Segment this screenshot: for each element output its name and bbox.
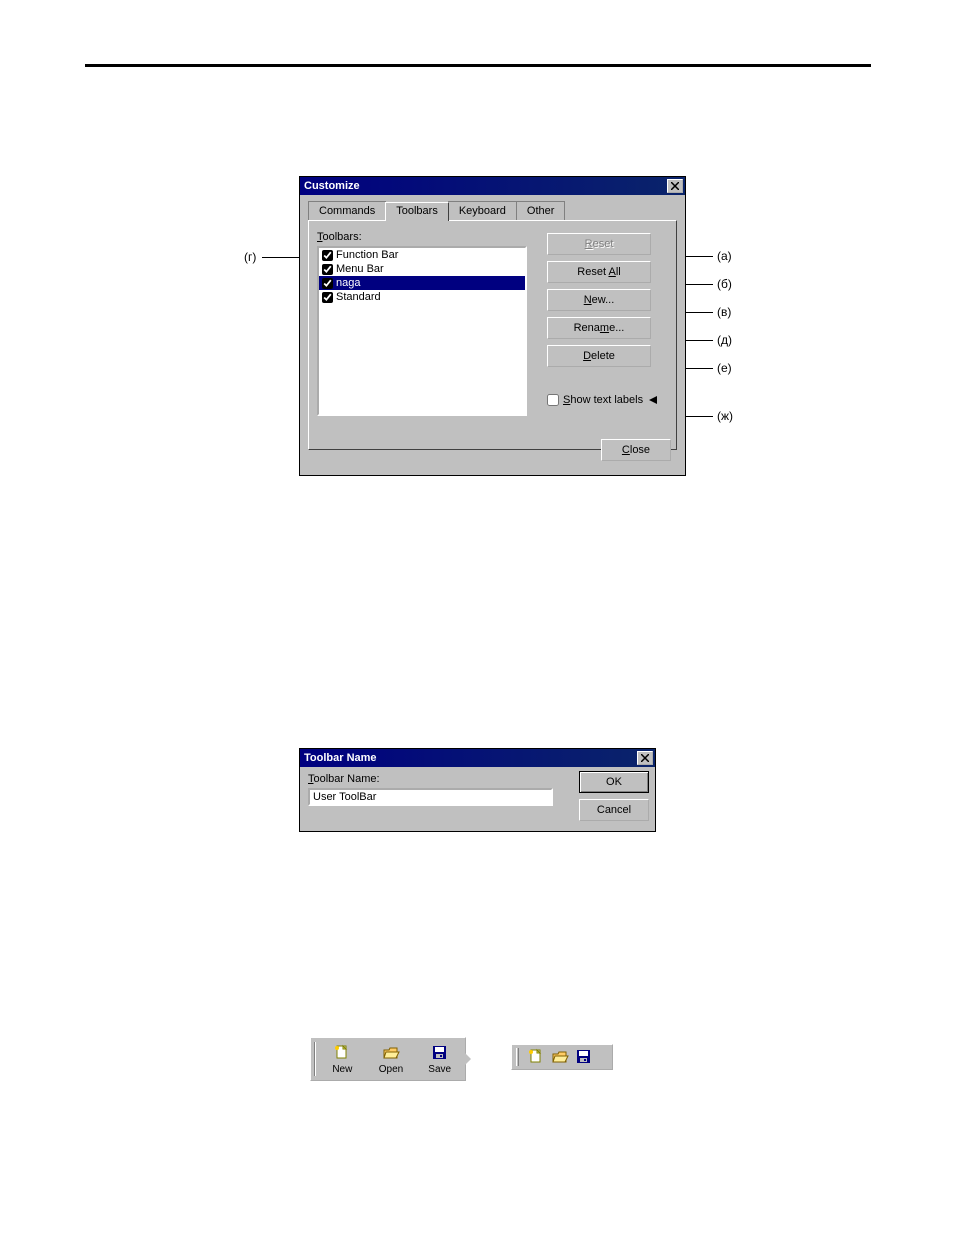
reset-button[interactable]: Reset	[547, 233, 651, 255]
toolbar-name-dialog: Toolbar Name Toolbar Name: OK Cancel	[299, 748, 656, 832]
save-disk-icon[interactable]	[574, 1048, 594, 1066]
toolbar-item-label: Save	[428, 1064, 451, 1075]
save-disk-icon	[430, 1044, 450, 1062]
cancel-button[interactable]: Cancel	[579, 799, 649, 821]
tab-other[interactable]: Other	[516, 201, 566, 220]
tab-toolbars[interactable]: Toolbars	[385, 202, 449, 221]
list-item-checkbox[interactable]	[322, 250, 333, 261]
tab-commands[interactable]: Commands	[308, 201, 386, 220]
reset-all-button[interactable]: Reset All	[547, 261, 651, 283]
toolbar-name-title: Toolbar Name	[304, 752, 637, 764]
rename-button[interactable]: Rename...	[547, 317, 651, 339]
toolbars-listbox[interactable]: Function Bar Menu Bar naga Standard	[317, 246, 527, 416]
show-text-labels-checkbox[interactable]	[547, 394, 559, 406]
show-text-labels-label: Show text labels	[563, 394, 643, 406]
tabstrip: Commands Toolbars Keyboard Other	[308, 201, 677, 220]
close-button[interactable]: Close	[601, 439, 671, 461]
list-item-label: Function Bar	[336, 249, 398, 261]
toolbar-item-label: New	[332, 1064, 352, 1075]
toolbar-name-titlebar[interactable]: Toolbar Name	[300, 749, 655, 767]
list-item-checkbox[interactable]	[322, 292, 333, 303]
list-item[interactable]: Standard	[319, 290, 525, 304]
show-text-labels-row[interactable]: Show text labels	[547, 394, 657, 406]
toolbar-name-input[interactable]	[308, 788, 553, 806]
new-doc-icon	[332, 1044, 352, 1062]
customize-titlebar[interactable]: Customize	[300, 177, 685, 195]
toolbar-with-labels: New Open Save	[310, 1037, 466, 1081]
list-item[interactable]: Menu Bar	[319, 262, 525, 276]
close-icon[interactable]	[637, 751, 653, 765]
list-item-checkbox[interactable]	[322, 278, 333, 289]
toolbar-grip[interactable]	[516, 1048, 519, 1066]
tab-keyboard[interactable]: Keyboard	[448, 201, 517, 220]
list-item-label: naga	[336, 277, 360, 289]
customize-dialog: Customize Commands Toolbars Keyboard Oth…	[299, 176, 686, 476]
new-button[interactable]: New...	[547, 289, 651, 311]
toolbar-open-button[interactable]: Open	[368, 1040, 415, 1078]
tab-content: Toolbars: Function BarMenu BarnagaStanda…	[308, 220, 677, 450]
list-item-label: Menu Bar	[336, 263, 384, 275]
arrow-left-icon	[649, 396, 657, 404]
page-top-rule	[85, 64, 871, 67]
list-item-checkbox[interactable]	[322, 264, 333, 275]
delete-button[interactable]: Delete	[547, 345, 651, 367]
list-item-label: Standard	[336, 291, 381, 303]
open-folder-icon	[381, 1044, 401, 1062]
open-folder-icon[interactable]	[550, 1048, 570, 1066]
list-item[interactable]: Function Bar	[319, 248, 525, 262]
list-item[interactable]: naga	[319, 276, 525, 290]
customize-title: Customize	[304, 180, 667, 192]
toolbar-save-button[interactable]: Save	[416, 1040, 463, 1078]
toolbar-new-button[interactable]: New	[319, 1040, 366, 1078]
toolbar-item-label: Open	[379, 1064, 403, 1075]
close-icon[interactable]	[667, 179, 683, 193]
new-doc-icon[interactable]	[526, 1048, 546, 1066]
toolbar-without-labels	[511, 1044, 613, 1070]
ok-button[interactable]: OK	[579, 771, 649, 793]
